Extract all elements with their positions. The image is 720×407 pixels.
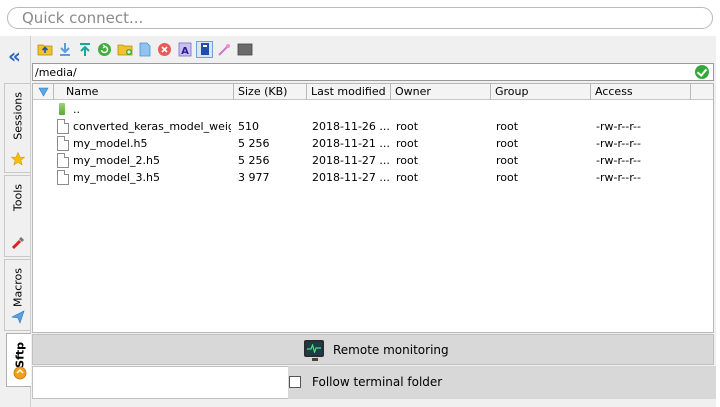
terminal-icon[interactable] xyxy=(236,41,253,58)
star-icon xyxy=(11,152,25,166)
sftp-icon xyxy=(13,366,27,380)
column-icon[interactable] xyxy=(33,84,54,100)
file-owner: root xyxy=(396,171,419,184)
file-list: Name Size (KB) Last modified Owner Group… xyxy=(32,83,714,333)
file-icon xyxy=(57,153,69,168)
table-row[interactable]: converted_keras_model_weig... 510 2018-1… xyxy=(33,118,713,135)
tab-sessions-label: Sessions xyxy=(11,92,24,140)
collapse-sidebar-icon[interactable]: « xyxy=(8,46,21,66)
tools-icon xyxy=(11,236,25,250)
column-group[interactable]: Group xyxy=(491,84,591,100)
remote-monitoring-label: Remote monitoring xyxy=(333,343,449,357)
file-group: root xyxy=(496,154,519,167)
file-modified: 2018-11-27 ... xyxy=(312,171,390,184)
refresh-icon[interactable] xyxy=(96,41,113,58)
column-owner[interactable]: Owner xyxy=(391,84,491,100)
bottom-left-area xyxy=(32,366,288,399)
path-go-icon[interactable] xyxy=(695,65,709,79)
new-file-icon[interactable] xyxy=(136,41,153,58)
parent-folder-icon[interactable] xyxy=(36,41,53,58)
tab-sftp[interactable]: Sftp xyxy=(6,333,32,387)
file-name: converted_keras_model_weig... xyxy=(73,120,231,133)
file-size: 5 256 xyxy=(238,137,270,150)
side-tab-bar: « Sessions Tools Macros Sftp xyxy=(0,36,32,407)
tab-tools-label: Tools xyxy=(11,184,24,212)
file-access: -rw-r--r-- xyxy=(596,120,641,133)
remote-monitoring-button[interactable]: Remote monitoring xyxy=(32,334,714,365)
file-name: my_model_3.h5 xyxy=(73,171,160,184)
file-access: -rw-r--r-- xyxy=(596,171,641,184)
file-owner: root xyxy=(396,120,419,133)
parent-dir-icon xyxy=(59,103,65,115)
column-filler xyxy=(691,84,713,100)
file-name: my_model_2.h5 xyxy=(73,154,160,167)
column-access[interactable]: Access xyxy=(591,84,691,100)
follow-terminal-label: Follow terminal folder xyxy=(312,375,443,389)
quick-connect-input[interactable] xyxy=(22,8,712,28)
tab-macros[interactable]: Macros xyxy=(4,259,30,331)
file-modified: 2018-11-21 ... xyxy=(312,137,390,150)
toggle-view-icon[interactable] xyxy=(196,40,213,58)
tab-tools[interactable]: Tools xyxy=(4,175,30,257)
file-access: -rw-r--r-- xyxy=(596,137,641,150)
file-owner: root xyxy=(396,154,419,167)
svg-text:A: A xyxy=(181,46,189,57)
file-group: root xyxy=(496,120,519,133)
file-modified: 2018-11-27 ... xyxy=(312,154,390,167)
paper-plane-icon xyxy=(11,310,25,324)
file-modified: 2018-11-26 ... xyxy=(312,120,390,133)
delete-icon[interactable] xyxy=(156,41,173,58)
file-icon xyxy=(57,136,69,151)
file-group: root xyxy=(496,171,519,184)
file-name: .. xyxy=(73,103,80,116)
follow-terminal-folder-toggle[interactable]: Follow terminal folder xyxy=(288,366,716,399)
tab-macros-label: Macros xyxy=(11,268,24,308)
file-size: 510 xyxy=(238,120,259,133)
column-size[interactable]: Size (KB) xyxy=(234,84,307,100)
follow-terminal-checkbox[interactable] xyxy=(289,376,301,388)
sftp-toolbar: A xyxy=(31,38,716,60)
column-name[interactable]: Name xyxy=(54,84,234,100)
path-bar xyxy=(32,63,714,81)
file-name: my_model.h5 xyxy=(73,137,148,150)
wand-icon[interactable] xyxy=(216,41,233,58)
download-icon[interactable] xyxy=(56,41,73,58)
file-size: 5 256 xyxy=(238,154,270,167)
quick-connect-bar[interactable] xyxy=(7,7,713,29)
table-row[interactable]: my_model_3.h5 3 977 2018-11-27 ... root … xyxy=(33,169,713,186)
tab-sessions[interactable]: Sessions xyxy=(4,83,30,173)
file-size: 3 977 xyxy=(238,171,270,184)
file-access: -rw-r--r-- xyxy=(596,154,641,167)
tab-sftp-label: Sftp xyxy=(13,342,26,368)
table-row[interactable]: my_model_2.h5 5 256 2018-11-27 ... root … xyxy=(33,152,713,169)
rename-icon[interactable]: A xyxy=(176,41,193,58)
table-row[interactable]: my_model.h5 5 256 2018-11-21 ... root ro… xyxy=(33,135,713,152)
new-folder-icon[interactable] xyxy=(116,41,133,58)
table-row[interactable]: .. xyxy=(33,101,713,118)
sftp-panel: A Name Size (KB) Last modified Owner Gro… xyxy=(31,36,716,407)
upload-icon[interactable] xyxy=(76,41,93,58)
monitor-icon xyxy=(304,340,324,361)
path-input[interactable] xyxy=(33,64,673,80)
column-last-modified[interactable]: Last modified xyxy=(307,84,391,100)
file-icon xyxy=(57,119,69,134)
file-owner: root xyxy=(396,137,419,150)
file-group: root xyxy=(496,137,519,150)
file-icon xyxy=(57,170,69,185)
